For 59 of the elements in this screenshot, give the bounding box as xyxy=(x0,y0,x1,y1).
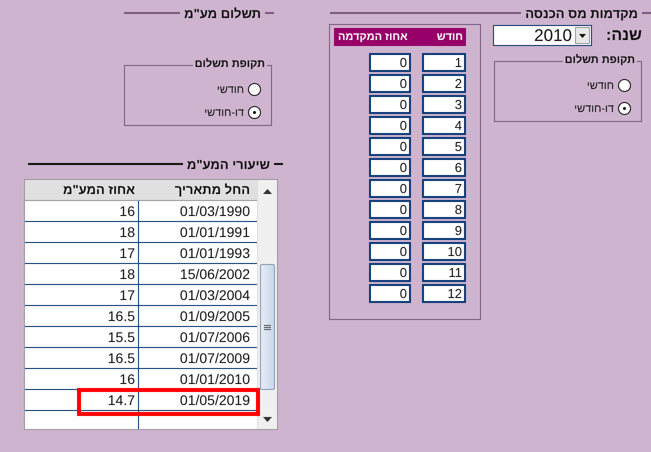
advance-percent-field[interactable]: 0 xyxy=(369,221,411,240)
advance-percent-field[interactable]: 0 xyxy=(369,53,411,72)
radio-label: דו-חודשי xyxy=(204,106,244,118)
table-cell-text: 16.5 xyxy=(106,349,136,368)
month-field[interactable]: 1 xyxy=(422,53,466,72)
table-cell: 01/07/2006 xyxy=(138,327,253,347)
month-field[interactable]: 6 xyxy=(422,158,466,177)
radio-label: חודשי xyxy=(586,80,614,92)
month-field[interactable]: 8 xyxy=(422,200,466,219)
advance-percent-field[interactable]: 0 xyxy=(369,74,411,93)
table-cell-text: 16 xyxy=(118,202,136,221)
group-title: תקופת תשלום xyxy=(192,58,267,70)
month-field[interactable]: 12 xyxy=(422,284,466,303)
table-cell-text: 18 xyxy=(118,223,136,242)
column-header[interactable]: החל מתאריך xyxy=(138,180,253,200)
month-field[interactable]: 10 xyxy=(422,242,466,261)
radio-label: דו-חודשי xyxy=(574,102,614,114)
radio-label: חודשי xyxy=(216,84,244,96)
column-header: חודש xyxy=(436,31,463,43)
table-cell-text: 17 xyxy=(118,286,136,305)
table-cell-text: 15.5 xyxy=(106,328,136,347)
column-header: אחוז המקדמה xyxy=(338,31,408,43)
advance-percent-field[interactable]: 0 xyxy=(369,137,411,156)
table-cell: 01/01/2010 xyxy=(138,369,253,389)
year-select[interactable]: 2010 xyxy=(493,25,592,46)
advance-percent-field[interactable]: 0 xyxy=(369,242,411,261)
section-title: תשלום מע"מ xyxy=(183,6,262,20)
month-field[interactable]: 2 xyxy=(422,74,466,93)
month-field[interactable]: 4 xyxy=(422,116,466,135)
table-cell: 01/07/2009 xyxy=(138,348,253,368)
advance-percent-field[interactable]: 0 xyxy=(369,116,411,135)
table-cell: 01/01/1993 xyxy=(138,243,253,263)
table-cell: 01/05/2019 xyxy=(138,390,253,410)
column-header[interactable]: אחוז המע"מ xyxy=(25,180,138,200)
table-cell: 01/03/1990 xyxy=(138,201,253,221)
section-title: מקדמות מס הכנסה xyxy=(524,6,639,20)
table-cell: 01/01/1991 xyxy=(138,222,253,242)
table-cell-text: 17 xyxy=(118,244,136,263)
advance-percent-field[interactable]: 0 xyxy=(369,284,411,303)
month-field[interactable]: 7 xyxy=(422,179,466,198)
table-cell-text: 16 xyxy=(118,370,136,389)
month-field[interactable]: 9 xyxy=(422,221,466,240)
advance-percent-field[interactable]: 0 xyxy=(369,158,411,177)
table-cell: 01/03/2004 xyxy=(138,285,253,305)
advance-percent-field[interactable]: 0 xyxy=(369,263,411,282)
table-cell-text: 16.5 xyxy=(106,307,136,326)
section-title: שיעורי המע"מ xyxy=(186,156,271,172)
month-field[interactable]: 3 xyxy=(422,95,466,114)
advance-percent-field[interactable]: 0 xyxy=(369,95,411,114)
advance-percent-field[interactable]: 0 xyxy=(369,200,411,219)
advance-percent-field[interactable]: 0 xyxy=(369,179,411,198)
table-cell: 01/09/2005 xyxy=(138,306,253,326)
table-cell: 15/06/2002 xyxy=(138,264,253,284)
table-cell-text: 14.7 xyxy=(106,391,136,410)
group-title: תקופת תשלום xyxy=(562,54,637,66)
year-label: שנה: xyxy=(606,26,642,44)
table-cell-text: 18 xyxy=(118,265,136,284)
month-field[interactable]: 11 xyxy=(422,263,466,282)
month-field[interactable]: 5 xyxy=(422,137,466,156)
